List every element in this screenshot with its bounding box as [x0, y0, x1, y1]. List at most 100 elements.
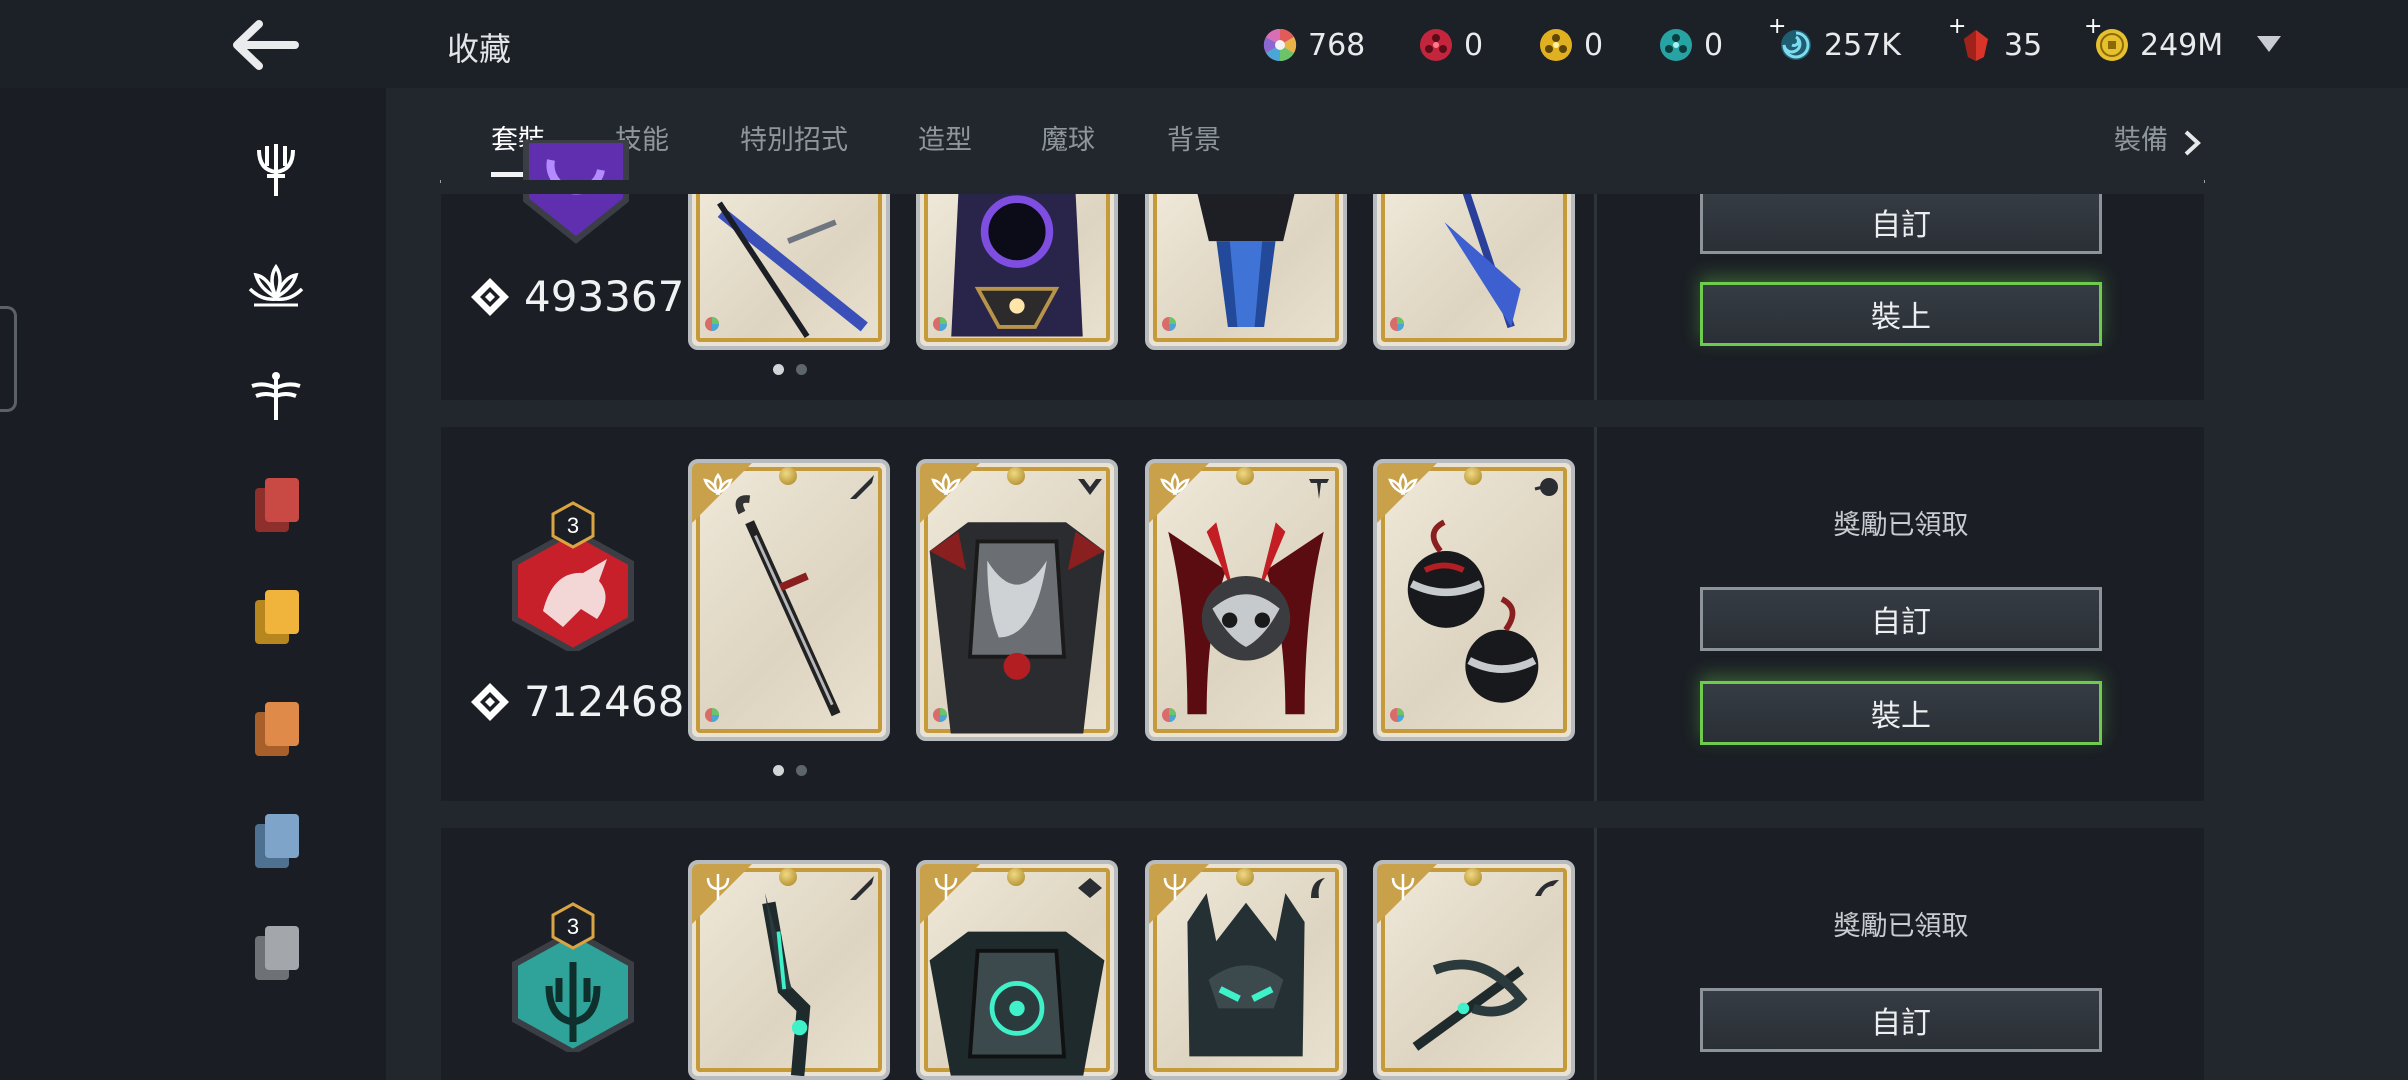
trident-icon — [1163, 874, 1187, 900]
rarity-gem — [1236, 467, 1254, 485]
scroll-clip-edge — [441, 180, 2204, 194]
set-row-red: 3 712468 獎勵已領取 自訂 裝上 — [441, 427, 2204, 801]
resource-teal-orb: 0 — [1658, 22, 1723, 68]
page-dot — [773, 765, 784, 776]
row-divider — [1594, 427, 1597, 801]
back-arrow-icon — [233, 20, 299, 70]
page-dot — [796, 364, 807, 375]
tab-bar: 套裝 技能 特別招式 造型 魔球 背景 裝備 — [440, 118, 2205, 183]
sidebar-item-gray-cards[interactable] — [240, 918, 312, 990]
sidebar-item-orange-cards[interactable] — [240, 694, 312, 766]
yellow-cards-icon — [255, 590, 299, 644]
set-card-ranged[interactable] — [1373, 860, 1575, 1080]
sidebar-item-red-cards[interactable] — [240, 470, 312, 542]
side-drawer-handle[interactable] — [0, 306, 17, 412]
tab-special-moves[interactable]: 特別招式 — [740, 118, 848, 170]
set-card-armor[interactable] — [916, 459, 1118, 741]
set-row-purple: 493367 自訂 裝上 — [441, 140, 2204, 400]
resource-coin[interactable]: + 249M — [2084, 14, 2224, 68]
set-row-teal: 3 獎勵已領取 自訂 — [441, 828, 2204, 1080]
set-card-helmet[interactable] — [1145, 180, 1347, 350]
blue-cards-icon — [255, 814, 299, 868]
lotus-icon — [248, 263, 304, 307]
equip-button[interactable]: 裝上 — [1700, 282, 2102, 346]
trident-icon — [934, 874, 958, 900]
page-dot — [796, 765, 807, 776]
armor-type-icon — [1078, 878, 1102, 898]
score-value: 493367 — [524, 272, 685, 321]
resource-value: 0 — [1464, 27, 1484, 63]
set-card-weapon[interactable] — [688, 860, 890, 1080]
rainbow-orb-icon — [1390, 317, 1404, 331]
top-bar: 收藏 768 0 0 0 + 257K + 35 + 249M — [0, 0, 2408, 88]
rarity-gem — [1007, 467, 1025, 485]
card-page-indicator — [773, 364, 807, 375]
resource-swirl-energy[interactable]: + 257K — [1768, 14, 1901, 68]
add-icon: + — [1948, 14, 1967, 39]
rainbow-orb-icon — [705, 317, 719, 331]
set-card-helmet[interactable] — [1145, 459, 1347, 741]
add-icon: + — [1768, 14, 1787, 39]
trident-icon — [706, 874, 730, 900]
score-value: 712468 — [524, 677, 685, 726]
customize-button[interactable]: 自訂 — [1700, 190, 2102, 254]
teal-orb-icon — [1660, 29, 1692, 61]
resource-value: 0 — [1704, 27, 1724, 63]
red-orb-icon — [1420, 29, 1452, 61]
rarity-gem — [1007, 868, 1025, 886]
rainbow-orb-icon — [1162, 317, 1176, 331]
rarity-gem — [1464, 467, 1482, 485]
sword-icon — [717, 201, 868, 339]
page-dot — [773, 364, 784, 375]
tab-equipment[interactable]: 裝備 — [2114, 118, 2168, 170]
set-card-weapon[interactable] — [688, 459, 890, 741]
sidebar-item-yellow-cards[interactable] — [240, 582, 312, 654]
chevron-right-icon[interactable] — [2181, 128, 2203, 158]
tab-magic-orbs[interactable]: 魔球 — [1041, 118, 1095, 170]
resource-rainbow-orb: 768 — [1262, 22, 1365, 68]
sidebar-item-trident[interactable] — [240, 134, 312, 206]
card-page-indicator — [773, 765, 807, 776]
set-card-ranged[interactable] — [1373, 459, 1575, 741]
sidebar-item-blue-cards[interactable] — [240, 806, 312, 878]
add-icon: + — [2084, 14, 2103, 39]
rarity-gem — [779, 467, 797, 485]
resource-value: 257K — [1824, 27, 1901, 63]
set-card-armor[interactable] — [916, 180, 1118, 350]
orange-cards-icon — [255, 702, 299, 756]
set-card-helmet[interactable] — [1145, 860, 1347, 1080]
sidebar — [0, 88, 386, 1080]
lotus-icon — [703, 472, 733, 496]
teal-set-emblem-icon: 3 — [512, 902, 634, 1052]
rainbow-orb-icon — [1263, 28, 1297, 62]
set-card-weapon[interactable] — [688, 180, 890, 350]
tab-background[interactable]: 背景 — [1167, 118, 1221, 170]
gray-cards-icon — [255, 926, 299, 980]
currency-dropdown-button[interactable] — [2253, 30, 2285, 56]
sidebar-item-dragonfly[interactable] — [240, 360, 312, 432]
set-score: 493367 — [468, 272, 684, 321]
gold-orb-icon — [1540, 29, 1572, 61]
resource-ruby[interactable]: + 35 — [1948, 14, 2042, 68]
customize-button[interactable]: 自訂 — [1700, 988, 2102, 1052]
sword-type-icon — [850, 876, 874, 900]
set-card-armor[interactable] — [916, 860, 1118, 1080]
resource-value: 249M — [2140, 27, 2224, 63]
equip-button[interactable]: 裝上 — [1700, 681, 2102, 745]
helmet-type-icon — [1309, 479, 1329, 499]
red-set-emblem-icon: 3 — [512, 501, 634, 651]
row-divider — [1594, 190, 1597, 400]
red-cards-icon — [255, 478, 299, 532]
back-button[interactable] — [225, 18, 305, 72]
rarity-gem — [779, 868, 797, 886]
sidebar-item-lotus[interactable] — [240, 250, 312, 322]
page-title: 收藏 — [447, 30, 512, 68]
tab-appearance[interactable]: 造型 — [918, 118, 972, 170]
power-diamond-icon — [471, 277, 509, 316]
armor-type-icon — [1078, 479, 1102, 495]
trident-icon — [1391, 874, 1415, 900]
customize-button[interactable]: 自訂 — [1700, 587, 2102, 651]
resource-gold-orb: 0 — [1538, 22, 1603, 68]
set-card-ranged[interactable] — [1373, 180, 1575, 350]
trident-icon — [257, 144, 295, 196]
